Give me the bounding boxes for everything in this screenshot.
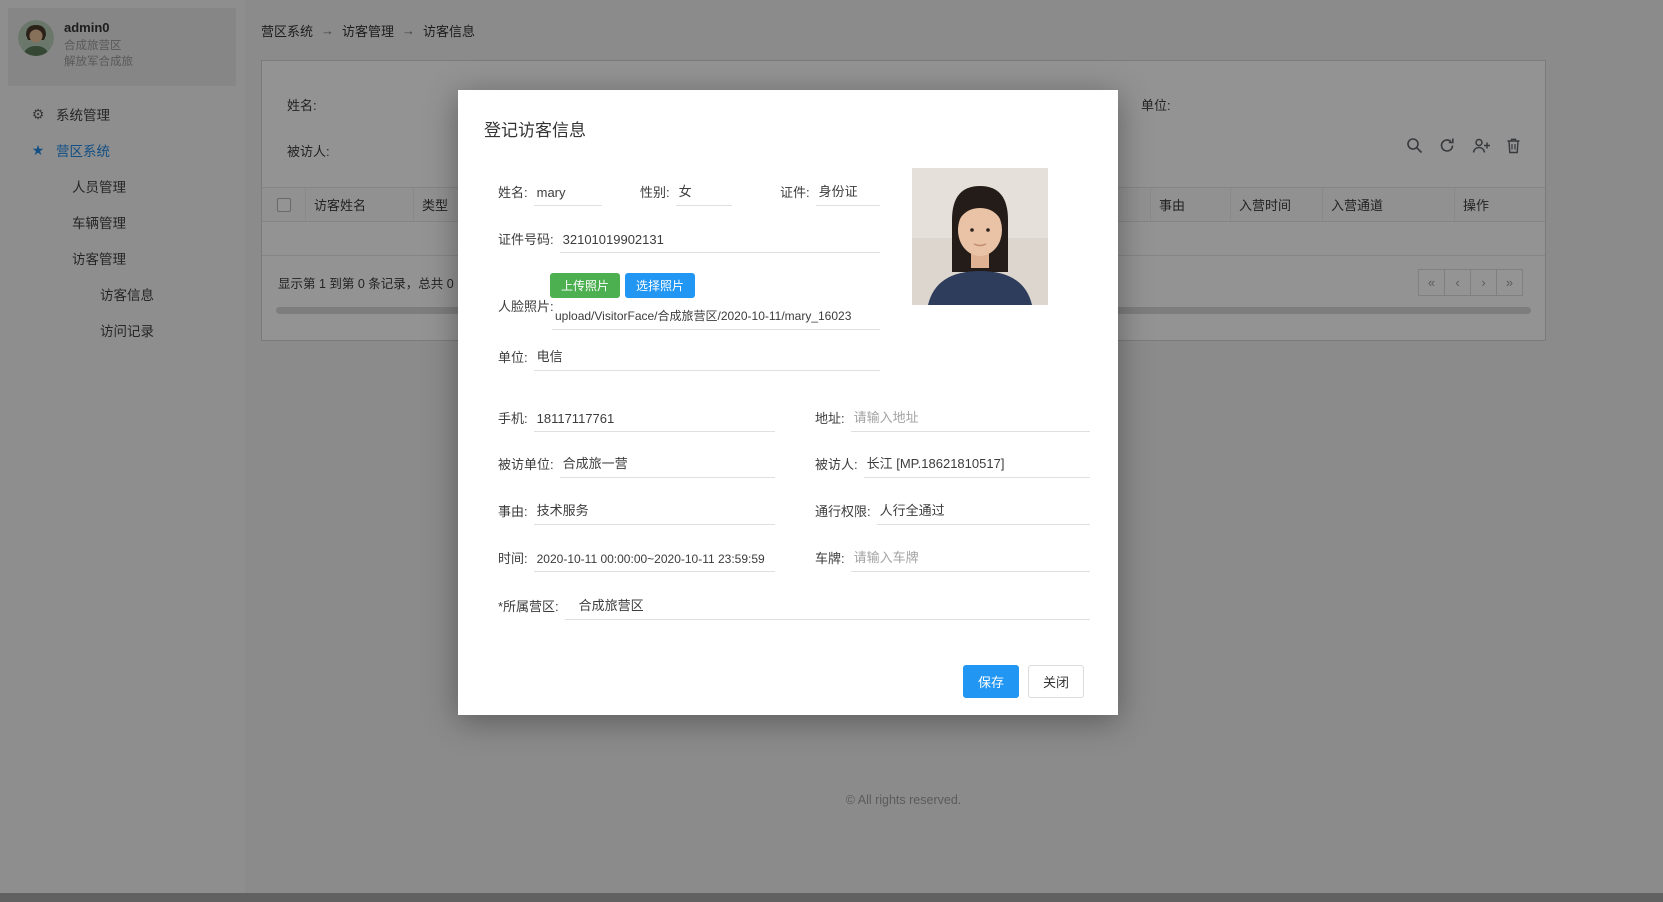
permission-input[interactable]: 人行全通过 [877,500,1090,525]
photo-buttons: 上传照片 选择照片 [550,273,695,298]
field-visited-unit: 被访单位: 合成旅一营 [498,450,775,478]
field-camp-label: *所属营区: [498,596,559,620]
field-plate: 车牌: 请输入车牌 [815,544,1090,572]
field-camp: *所属营区: 合成旅营区 [498,590,1090,620]
field-permission: 通行权限: 人行全通过 [815,497,1090,525]
field-unit-label: 单位: [498,347,528,371]
visited-person-input[interactable]: 长江 [MP.18621810517] [864,453,1090,478]
modal-actions: 保存 关闭 [963,665,1084,698]
visitor-photo [912,168,1048,305]
face-photo-path-input[interactable]: upload/VisitorFace/合成旅营区/2020-10-11/mary… [552,307,880,330]
field-reason-label: 事由: [498,501,528,525]
field-plate-label: 车牌: [815,548,845,572]
field-gender-label: 性别: [640,182,670,206]
unit-input[interactable]: 电信 [534,346,880,371]
camp-select[interactable]: 合成旅营区 [565,595,1090,620]
field-name: 姓名: mary [498,178,602,206]
field-name-label: 姓名: [498,182,528,206]
close-button[interactable]: 关闭 [1028,665,1084,698]
field-address-label: 地址: [815,408,845,432]
field-unit: 单位: 电信 [498,343,880,371]
field-visited-person-label: 被访人: [815,454,858,478]
field-id-number: 证件号码: 32101019902131 [498,225,880,253]
choose-photo-button[interactable]: 选择照片 [625,273,695,298]
field-face-photo-path: upload/VisitorFace/合成旅营区/2020-10-11/mary… [552,302,880,330]
field-visited-unit-label: 被访单位: [498,454,554,478]
field-address: 地址: 请输入地址 [815,404,1090,432]
field-phone: 手机: 18117117761 [498,404,775,432]
id-type-input[interactable]: 身份证 [816,181,880,206]
plate-input[interactable]: 请输入车牌 [851,547,1090,572]
modal-title: 登记访客信息 [484,116,586,141]
save-button[interactable]: 保存 [963,665,1019,698]
visitor-portrait-image [912,168,1048,305]
visitor-register-modal: 登记访客信息 姓名: mary 性别: 女 证件: 身份证 证件号码: 3210… [458,90,1118,715]
field-face-photo-label: 人脸照片: [498,296,554,315]
field-visited-person: 被访人: 长江 [MP.18621810517] [815,450,1090,478]
time-input[interactable]: 2020-10-11 00:00:00~2020-10-11 23:59:59 [534,552,775,572]
field-id-type: 证件: 身份证 [780,178,880,206]
field-id-type-label: 证件: [780,182,810,206]
field-permission-label: 通行权限: [815,501,871,525]
visited-unit-input[interactable]: 合成旅一营 [560,453,775,478]
field-id-number-label: 证件号码: [498,229,554,253]
field-phone-label: 手机: [498,408,528,432]
field-reason: 事由: 技术服务 [498,497,775,525]
upload-photo-button[interactable]: 上传照片 [550,273,620,298]
field-time-label: 时间: [498,548,528,572]
phone-input[interactable]: 18117117761 [534,411,775,432]
address-input[interactable]: 请输入地址 [851,407,1090,432]
reason-input[interactable]: 技术服务 [534,500,775,525]
field-time: 时间: 2020-10-11 00:00:00~2020-10-11 23:59… [498,544,775,572]
field-gender: 性别: 女 [640,178,732,206]
gender-input[interactable]: 女 [676,181,732,206]
id-number-input[interactable]: 32101019902131 [560,232,880,253]
name-input[interactable]: mary [534,185,602,206]
